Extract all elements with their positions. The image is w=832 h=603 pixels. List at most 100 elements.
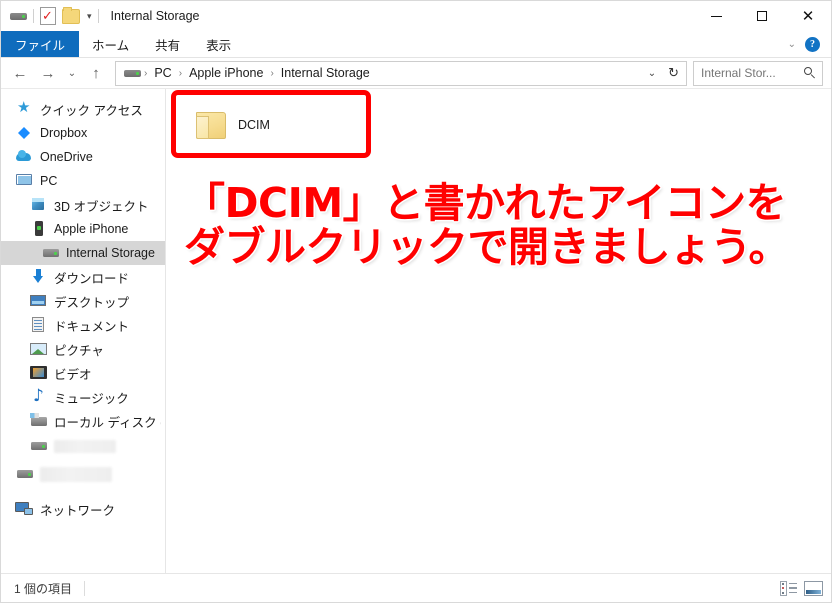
sidebar-item-pictures[interactable]: ピクチャ — [1, 337, 165, 361]
back-button[interactable]: ← — [7, 61, 33, 85]
file-item-dcim[interactable]: DCIM — [186, 103, 374, 147]
tab-home[interactable]: ホーム — [79, 31, 142, 57]
search-placeholder: Internal Stor... — [701, 66, 776, 80]
folder-icon-front — [196, 115, 209, 139]
address-bar-controls: ⌄ ↻ — [643, 66, 684, 81]
video-icon — [29, 365, 49, 381]
tab-share[interactable]: 共有 — [142, 31, 193, 57]
music-icon — [29, 386, 49, 406]
details-view-icon[interactable] — [780, 580, 797, 596]
sidebar-item-music[interactable]: ミュージック — [1, 385, 165, 409]
sidebar-item-label: ドキュメント — [54, 319, 130, 334]
up-button[interactable]: ↑ — [83, 61, 109, 85]
document-icon — [29, 317, 49, 333]
close-icon: ✕ — [801, 6, 815, 25]
folder-icon — [194, 111, 228, 140]
minimize-icon — [710, 15, 722, 17]
breadcrumb-separator-1: › — [178, 67, 183, 79]
tab-file[interactable]: ファイル — [1, 31, 80, 57]
address-dropdown-icon[interactable]: ⌄ — [643, 68, 661, 79]
annotation-text: 「DCIM」と書かれたアイコンを ダブルクリックで開きましょう。 — [184, 179, 790, 272]
sidebar-item-desktop[interactable]: デスクトップ — [1, 289, 165, 313]
sidebar-item-label: 3D オブジェクト — [54, 199, 149, 214]
breadcrumb-drive-icon — [124, 67, 141, 79]
picture-icon — [29, 341, 49, 357]
forward-button[interactable]: → — [35, 61, 61, 85]
annotation-line-1: 「DCIM」と書かれたアイコンを — [184, 179, 787, 227]
view-mode-buttons — [780, 580, 823, 596]
refresh-icon[interactable]: ↻ — [663, 66, 684, 81]
ribbon-right-controls: ⌄ ? — [788, 31, 831, 57]
sidebar-item-apple-iphone[interactable]: Apple iPhone — [1, 217, 165, 241]
sidebar-item-label: Dropbox — [40, 126, 88, 140]
sidebar-item-dropbox[interactable]: Dropbox — [1, 121, 165, 145]
sidebar-item-local-disk-c[interactable]: ローカル ディスク (C:) — [1, 409, 165, 433]
recent-locations-button[interactable]: ⌄ — [63, 61, 81, 85]
breadcrumb-item-apple-iphone[interactable]: Apple iPhone — [185, 66, 267, 80]
status-bar: 1 個の項目 — [1, 573, 831, 602]
annotation-line-2: ダブルクリックで開きましょう。 — [184, 223, 790, 272]
phone-icon — [29, 221, 49, 237]
search-input[interactable]: Internal Stor... — [693, 60, 823, 86]
sidebar-item-network[interactable]: ネットワーク — [1, 497, 165, 521]
breadcrumb: › PC › Apple iPhone › Internal Storage — [122, 66, 643, 80]
redacted-label — [40, 466, 112, 482]
qat-divider — [33, 9, 34, 23]
breadcrumb-separator-2: › — [270, 67, 274, 79]
star-icon — [15, 98, 35, 117]
window-body: クイック アクセス Dropbox OneDrive PC 3D オブジェクト — [1, 88, 831, 573]
sidebar-item-redacted-drive-1[interactable] — [1, 433, 165, 459]
sidebar-item-pc[interactable]: PC — [1, 169, 165, 193]
sidebar-item-label: ローカル ディスク (C:) — [54, 415, 161, 430]
drive-icon — [10, 10, 27, 22]
address-bar[interactable]: › PC › Apple iPhone › Internal Storage ⌄… — [115, 60, 687, 86]
sidebar-item-quick-access[interactable]: クイック アクセス — [1, 97, 165, 121]
help-icon[interactable]: ? — [805, 36, 820, 52]
file-item-label: DCIM — [238, 118, 270, 132]
maximize-button[interactable] — [739, 1, 785, 31]
drive-icon — [41, 245, 61, 261]
window-controls: ✕ — [693, 1, 831, 31]
tab-view[interactable]: 表示 — [193, 31, 244, 57]
status-divider — [84, 580, 86, 596]
sidebar-item-label: OneDrive — [40, 150, 93, 164]
sidebar-item-label: ビデオ — [54, 367, 92, 382]
redacted-label — [54, 439, 116, 453]
breadcrumb-item-internal-storage[interactable]: Internal Storage — [277, 66, 374, 80]
network-icon — [15, 501, 35, 517]
sidebar-item-redacted-drive-2[interactable] — [1, 459, 165, 489]
sidebar-item-videos[interactable]: ビデオ — [1, 361, 165, 385]
sidebar-item-documents[interactable]: ドキュメント — [1, 313, 165, 337]
large-icons-view-icon[interactable] — [804, 580, 823, 596]
qat-divider-2 — [97, 9, 99, 23]
properties-icon[interactable] — [40, 7, 56, 25]
sidebar-item-label: デスクトップ — [54, 295, 130, 310]
desktop-icon — [29, 293, 49, 309]
sidebar-item-3d-objects[interactable]: 3D オブジェクト — [1, 193, 165, 217]
file-list-pane[interactable]: DCIM 「DCIM」と書かれたアイコンを ダブルクリックで開きましょう。 — [166, 89, 831, 573]
computer-icon — [15, 173, 35, 189]
customize-chevron-icon[interactable]: ▾ — [87, 11, 92, 21]
item-count-label: 1 個の項目 — [14, 581, 73, 596]
address-bar-row: ← → ⌄ ↑ › PC › Apple iPhone › Internal S… — [1, 58, 831, 88]
sidebar-item-internal-storage[interactable]: Internal Storage — [1, 241, 165, 265]
navigation-pane: クイック アクセス Dropbox OneDrive PC 3D オブジェクト — [1, 89, 166, 573]
dropbox-icon — [15, 125, 35, 141]
chevron-down-icon[interactable]: ⌄ — [788, 39, 796, 50]
minimize-button[interactable] — [693, 1, 739, 31]
drive-icon — [29, 438, 49, 454]
sidebar-item-label: ネットワーク — [40, 503, 116, 518]
sidebar-item-label: PC — [40, 174, 58, 188]
sidebar-item-label: ピクチャ — [54, 343, 104, 358]
local-disk-icon — [29, 413, 49, 429]
breadcrumb-item-pc[interactable]: PC — [150, 66, 175, 80]
sidebar-item-label: ダウンロード — [54, 271, 130, 286]
sidebar-item-label: ミュージック — [54, 391, 129, 406]
quick-access-toolbar: ▾ — [1, 6, 99, 25]
close-button[interactable]: ✕ — [785, 1, 831, 31]
new-folder-icon[interactable] — [62, 6, 80, 24]
sidebar-item-onedrive[interactable]: OneDrive — [1, 145, 165, 169]
cube-icon — [29, 197, 49, 213]
sidebar-item-downloads[interactable]: ダウンロード — [1, 265, 165, 289]
maximize-icon — [757, 11, 767, 21]
